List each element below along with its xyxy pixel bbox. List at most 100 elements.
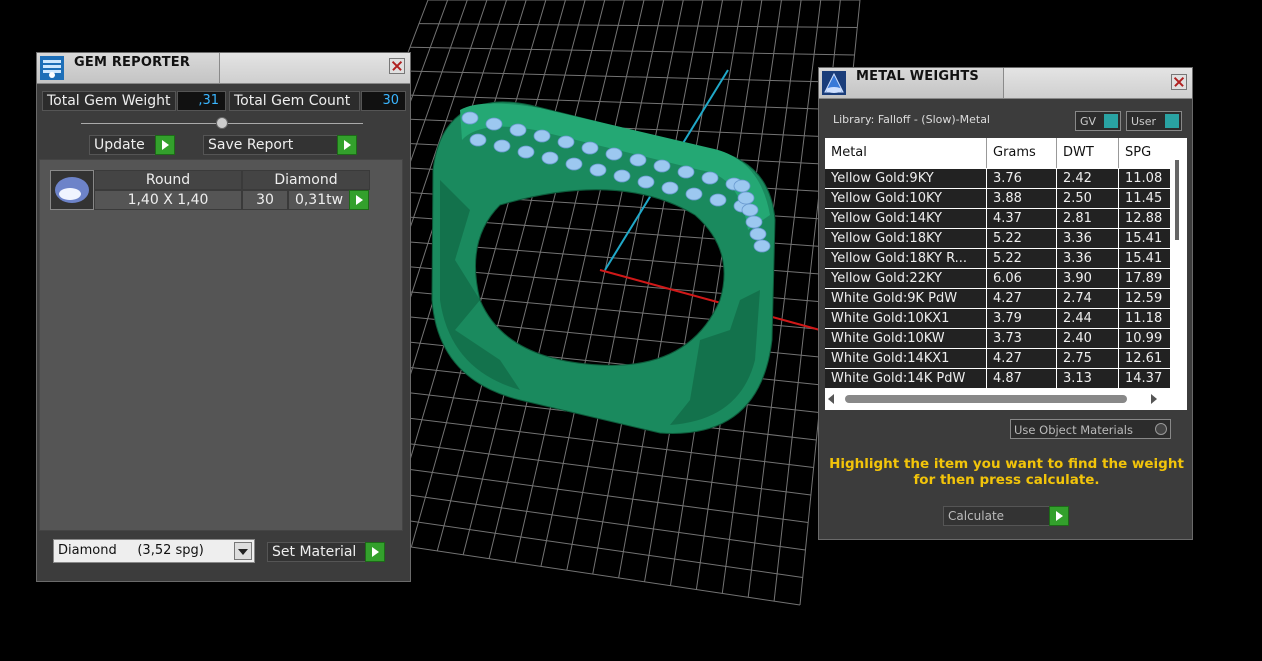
gem-shape: Round xyxy=(94,170,242,190)
metal-weights-close-icon[interactable] xyxy=(1171,74,1187,90)
use-object-materials-label: Use Object Materials xyxy=(1014,423,1133,437)
calculate-label: Calculate xyxy=(948,509,1005,523)
total-gem-weight-value: ,31 xyxy=(177,91,226,111)
table-row[interactable]: Yellow Gold:18KY 5.22 3.36 15.41 xyxy=(825,229,1171,248)
library-label: Library: Falloff - (Slow)-Metal xyxy=(833,113,990,126)
column-header-dwt[interactable]: DWT xyxy=(1057,138,1119,168)
calculate-play-icon xyxy=(1049,506,1069,526)
table-row[interactable]: White Gold:14K PdW 4.87 3.13 14.37 xyxy=(825,369,1171,388)
gem-list: Round Diamond 1,40 X 1,40 30 0,31tw xyxy=(39,159,403,531)
chevron-down-icon[interactable] xyxy=(234,542,252,560)
horizontal-scroll-thumb[interactable] xyxy=(845,395,1127,403)
table-row[interactable]: Yellow Gold:10KY 3.88 2.50 11.45 xyxy=(825,189,1171,208)
cell-grams: 4.87 xyxy=(987,369,1057,388)
cell-grams: 3.88 xyxy=(987,189,1057,208)
user-toggle-indicator xyxy=(1165,114,1179,128)
cell-dwt: 3.13 xyxy=(1057,369,1119,388)
gem-row-play-icon[interactable] xyxy=(349,190,369,210)
cell-spg: 17.89 xyxy=(1119,269,1171,288)
cell-spg: 15.41 xyxy=(1119,229,1171,248)
table-row[interactable]: White Gold:14KX1 4.27 2.75 12.61 xyxy=(825,349,1171,368)
gem-list-row[interactable]: Round Diamond 1,40 X 1,40 30 0,31tw xyxy=(50,170,372,210)
cell-dwt: 2.74 xyxy=(1057,289,1119,308)
metal-weights-icon xyxy=(822,71,846,95)
save-report-button[interactable]: Save Report xyxy=(203,135,357,155)
material-select[interactable]: Diamond (3,52 spg) xyxy=(53,539,255,563)
size-slider[interactable] xyxy=(81,117,363,129)
user-toggle[interactable]: User xyxy=(1126,111,1182,131)
cell-dwt: 2.40 xyxy=(1057,329,1119,348)
cell-dwt: 2.81 xyxy=(1057,209,1119,228)
gv-toggle[interactable]: GV xyxy=(1075,111,1121,131)
gem-reporter-close-icon[interactable] xyxy=(389,58,405,74)
cell-metal: White Gold:14K PdW xyxy=(825,369,987,388)
cell-spg: 12.61 xyxy=(1119,349,1171,368)
table-row[interactable]: White Gold:10KX1 3.79 2.44 11.18 xyxy=(825,309,1171,328)
cell-dwt: 2.42 xyxy=(1057,169,1119,188)
set-material-play-icon xyxy=(365,542,385,562)
column-header-spg[interactable]: SPG xyxy=(1119,138,1171,168)
slider-handle[interactable] xyxy=(216,117,228,129)
table-row[interactable]: Yellow Gold:22KY 6.06 3.90 17.89 xyxy=(825,269,1171,288)
use-object-materials-toggle[interactable]: Use Object Materials xyxy=(1010,419,1171,439)
cell-metal: White Gold:14KX1 xyxy=(825,349,987,368)
cell-spg: 15.41 xyxy=(1119,249,1171,268)
calculate-button[interactable]: Calculate xyxy=(943,506,1069,526)
gem-type: Diamond xyxy=(242,170,370,190)
update-button[interactable]: Update xyxy=(89,135,175,155)
metal-weights-table[interactable]: Metal Grams DWT SPG Yellow Gold:9KY 3.76 2… xyxy=(825,138,1187,410)
table-row[interactable]: White Gold:9K PdW 4.27 2.74 12.59 xyxy=(825,289,1171,308)
cell-grams: 5.22 xyxy=(987,229,1057,248)
cell-grams: 4.37 xyxy=(987,209,1057,228)
cell-metal: Yellow Gold:18KY R... xyxy=(825,249,987,268)
scroll-right-icon[interactable] xyxy=(1151,394,1157,404)
cell-metal: White Gold:9K PdW xyxy=(825,289,987,308)
cell-spg: 11.08 xyxy=(1119,169,1171,188)
cell-metal: Yellow Gold:14KY xyxy=(825,209,987,228)
cell-spg: 11.18 xyxy=(1119,309,1171,328)
cell-grams: 5.22 xyxy=(987,249,1057,268)
cell-grams: 4.27 xyxy=(987,289,1057,308)
gem-count: 30 xyxy=(242,190,288,210)
scroll-left-icon[interactable] xyxy=(828,394,834,404)
metal-weights-titlebar[interactable]: METAL WEIGHTS xyxy=(819,68,1192,99)
gem-weight: 0,31tw xyxy=(288,190,350,210)
metal-weights-panel: METAL WEIGHTS Library: Falloff - (Slow)-… xyxy=(818,67,1193,540)
table-row[interactable]: Yellow Gold:9KY 3.76 2.42 11.08 xyxy=(825,169,1171,188)
cell-grams: 4.27 xyxy=(987,349,1057,368)
horizontal-scrollbar[interactable] xyxy=(825,390,1171,408)
cell-dwt: 2.75 xyxy=(1057,349,1119,368)
instruction-line-2: for then press calculate. xyxy=(913,472,1100,488)
cell-dwt: 3.90 xyxy=(1057,269,1119,288)
update-play-icon xyxy=(155,135,175,155)
cell-dwt: 3.36 xyxy=(1057,229,1119,248)
gem-reporter-titlebar[interactable]: GEM REPORTER xyxy=(37,53,410,84)
cell-metal: Yellow Gold:22KY xyxy=(825,269,987,288)
cell-dwt: 3.36 xyxy=(1057,249,1119,268)
cell-spg: 14.37 xyxy=(1119,369,1171,388)
column-header-grams[interactable]: Grams xyxy=(987,138,1057,168)
column-header-metal[interactable]: Metal xyxy=(825,138,987,168)
table-row[interactable]: Yellow Gold:14KY 4.37 2.81 12.88 xyxy=(825,209,1171,228)
save-report-play-icon xyxy=(337,135,357,155)
table-row[interactable]: Yellow Gold:18KY R... 5.22 3.36 15.41 xyxy=(825,249,1171,268)
set-material-button[interactable]: Set Material xyxy=(267,542,385,562)
save-report-label: Save Report xyxy=(208,137,294,153)
gem-reporter-title: GEM REPORTER xyxy=(74,55,191,70)
cell-metal: White Gold:10KX1 xyxy=(825,309,987,328)
table-row[interactable]: White Gold:10KW 3.73 2.40 10.99 xyxy=(825,329,1171,348)
cell-metal: Yellow Gold:10KY xyxy=(825,189,987,208)
cell-spg: 10.99 xyxy=(1119,329,1171,348)
metal-weights-title: METAL WEIGHTS xyxy=(856,69,979,84)
cell-grams: 6.06 xyxy=(987,269,1057,288)
total-gem-weight-label: Total Gem Weight xyxy=(42,91,176,111)
ring-model[interactable] xyxy=(431,101,776,434)
vertical-scrollbar[interactable] xyxy=(1171,138,1187,410)
cell-metal: Yellow Gold:18KY xyxy=(825,229,987,248)
material-select-value: Diamond (3,52 spg) xyxy=(58,543,204,558)
cell-grams: 3.73 xyxy=(987,329,1057,348)
cell-spg: 12.59 xyxy=(1119,289,1171,308)
cell-metal: White Gold:10KW xyxy=(825,329,987,348)
round-diamond-icon xyxy=(50,170,94,210)
vertical-scroll-thumb[interactable] xyxy=(1175,160,1179,240)
